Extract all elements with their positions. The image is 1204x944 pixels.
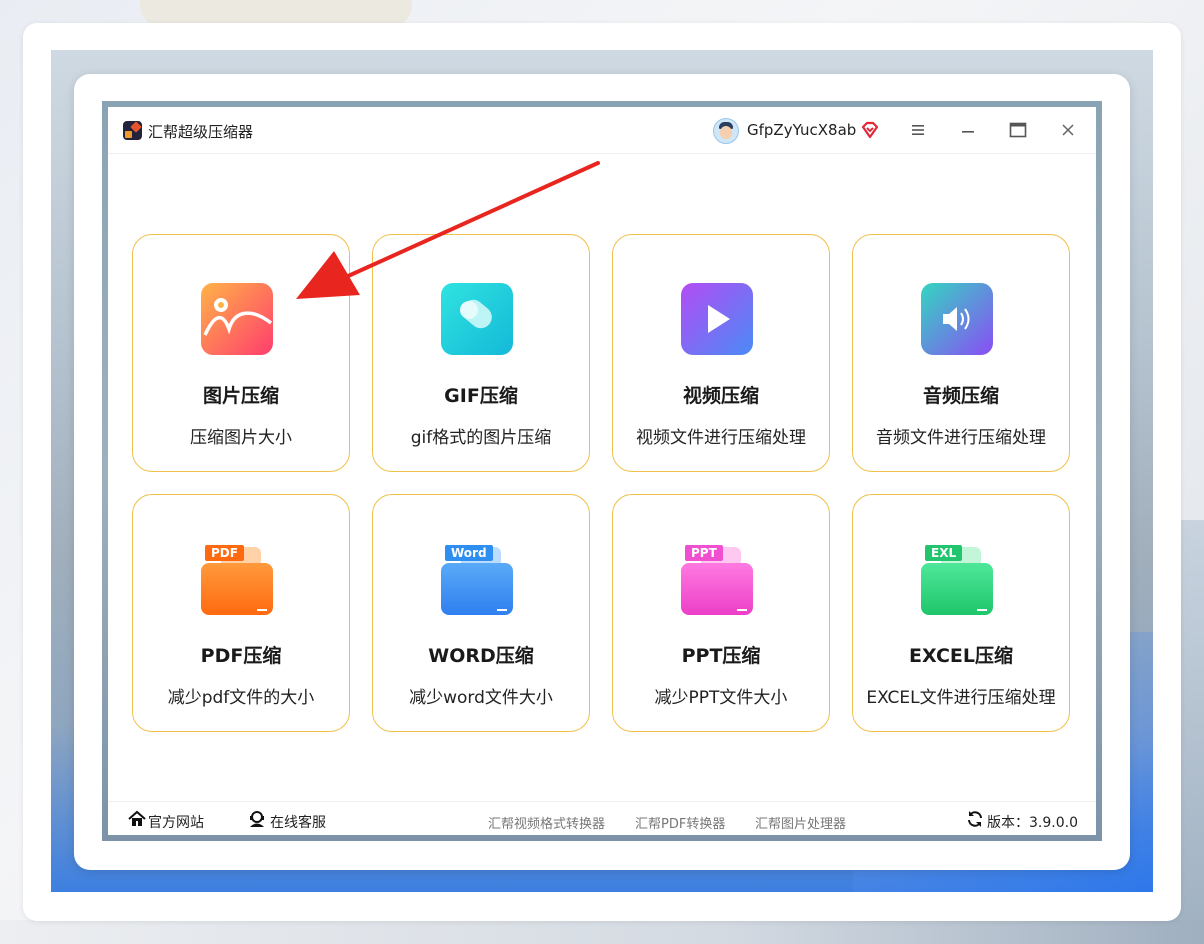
customer-service-icon[interactable] (248, 810, 266, 828)
tool-title: 图片压缩 (202, 385, 279, 407)
video-converter-link[interactable]: 汇帮视频格式转换器 (488, 813, 605, 832)
tool-subtitle: gif格式的图片压缩 (410, 428, 552, 448)
background-shape (0, 920, 1204, 944)
tool-card-video[interactable]: 视频压缩 视频文件进行压缩处理 (612, 234, 830, 472)
file-tag: PDF (205, 545, 244, 561)
maximize-icon[interactable] (1007, 119, 1029, 141)
tool-title: EXCEL压缩 (909, 645, 1013, 667)
pdf-folder-icon: PDF (201, 543, 273, 615)
menu-icon[interactable] (907, 119, 929, 141)
user-avatar[interactable] (713, 118, 739, 144)
close-icon[interactable] (1057, 119, 1079, 141)
tool-title: PDF压缩 (200, 645, 282, 667)
vip-diamond-icon[interactable] (860, 120, 880, 140)
file-tag: EXL (925, 545, 963, 561)
app-window: 汇帮超级压缩器 GfpZyYucX8ab 图片压缩 压缩图片大小 GIF压缩 g… (108, 107, 1096, 835)
titlebar: 汇帮超级压缩器 GfpZyYucX8ab (108, 107, 1096, 154)
tool-title: 音频压缩 (922, 385, 999, 407)
version-label: 版本：3.9.0.0 (987, 815, 1078, 831)
tool-subtitle: 音频文件进行压缩处理 (876, 428, 1046, 448)
image-processor-link[interactable]: 汇帮图片处理器 (755, 813, 846, 832)
tool-card-ppt[interactable]: PPT PPT压缩 减少PPT文件大小 (612, 494, 830, 732)
username[interactable]: GfpZyYucX8ab (747, 121, 856, 139)
tool-card-audio[interactable]: 音频压缩 音频文件进行压缩处理 (852, 234, 1070, 472)
tool-subtitle: 减少PPT文件大小 (654, 688, 788, 708)
image-icon (201, 283, 273, 355)
tool-subtitle: 减少word文件大小 (409, 688, 553, 708)
home-icon[interactable] (128, 810, 146, 828)
minimize-icon[interactable] (957, 119, 979, 141)
excel-folder-icon: EXL (921, 543, 993, 615)
pdf-converter-link[interactable]: 汇帮PDF转换器 (635, 813, 725, 832)
word-folder-icon: Word (441, 543, 513, 615)
app-logo-icon (123, 121, 142, 140)
audio-speaker-icon (921, 283, 993, 355)
tool-title: 视频压缩 (682, 385, 759, 407)
tool-title: PPT压缩 (681, 645, 761, 667)
tool-card-image[interactable]: 图片压缩 压缩图片大小 (132, 234, 350, 472)
tool-card-pdf[interactable]: PDF PDF压缩 减少pdf文件的大小 (132, 494, 350, 732)
tool-title: WORD压缩 (428, 645, 534, 667)
tool-subtitle: 压缩图片大小 (190, 428, 292, 448)
tool-subtitle: 减少pdf文件的大小 (167, 688, 315, 708)
official-site-link[interactable]: 官方网站 (148, 812, 204, 832)
statusbar: 官方网站 在线客服 汇帮视频格式转换器 汇帮PDF转换器 汇帮图片处理器 版本：… (108, 801, 1096, 835)
file-tag: PPT (685, 545, 723, 561)
online-service-link[interactable]: 在线客服 (270, 812, 326, 832)
tool-card-excel[interactable]: EXL EXCEL压缩 EXCEL文件进行压缩处理 (852, 494, 1070, 732)
video-play-icon (681, 283, 753, 355)
tool-subtitle: 视频文件进行压缩处理 (636, 428, 806, 448)
refresh-icon[interactable] (966, 810, 984, 828)
ppt-folder-icon: PPT (681, 543, 753, 615)
app-title: 汇帮超级压缩器 (148, 123, 254, 141)
file-tag: Word (445, 545, 493, 561)
tool-subtitle: EXCEL文件进行压缩处理 (866, 688, 1056, 708)
gif-icon (441, 283, 513, 355)
tool-title: GIF压缩 (444, 385, 518, 407)
tool-card-word[interactable]: Word WORD压缩 减少word文件大小 (372, 494, 590, 732)
tool-card-gif[interactable]: GIF压缩 gif格式的图片压缩 (372, 234, 590, 472)
